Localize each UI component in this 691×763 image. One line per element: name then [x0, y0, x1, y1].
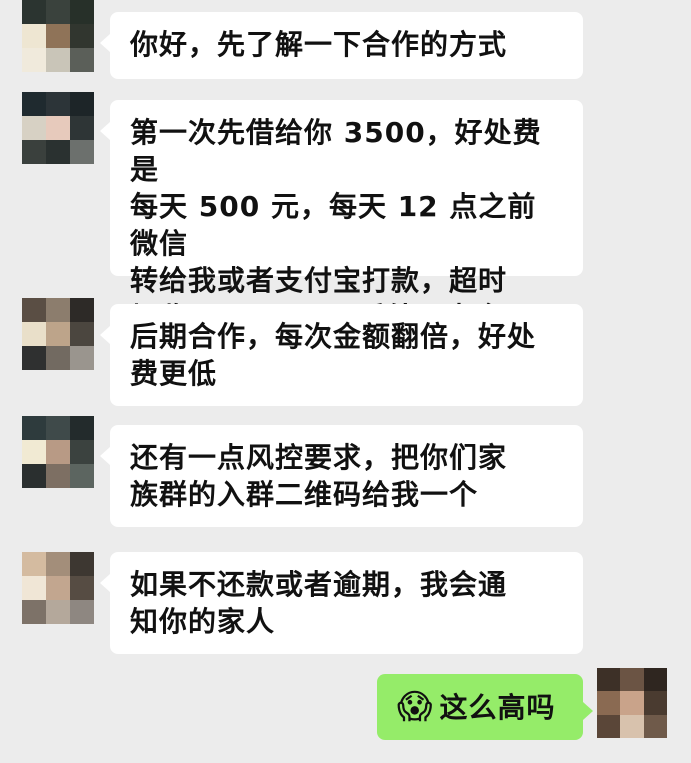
avatar-pixel [46, 464, 70, 488]
avatar-pixel [22, 140, 46, 164]
avatar-pixel [46, 92, 70, 116]
avatar-pixel [46, 298, 70, 322]
avatar-pixel [643, 691, 667, 715]
avatar-pixel [70, 116, 94, 140]
avatar-pixel [620, 691, 644, 715]
avatar-pixel [22, 600, 46, 624]
avatar-pixel [22, 298, 46, 322]
avatar-pixel [22, 116, 46, 140]
avatar-pixel [597, 668, 621, 692]
avatar[interactable] [22, 552, 94, 624]
avatar-pixel [643, 714, 667, 738]
avatar-pixel [22, 322, 46, 346]
avatar-pixel [70, 576, 94, 600]
avatar-pixel [70, 600, 94, 624]
avatar[interactable] [22, 0, 94, 72]
avatar-pixel [643, 668, 667, 692]
avatar[interactable] [597, 668, 667, 738]
avatar-pixel [46, 600, 70, 624]
avatar-pixel [70, 140, 94, 164]
avatar-pixel [70, 24, 94, 48]
avatar-pixel [46, 440, 70, 464]
avatar-pixel [46, 0, 70, 24]
avatar-pixel [22, 552, 46, 576]
avatar-pixel [70, 552, 94, 576]
avatar-pixel [46, 24, 70, 48]
avatar-pixel [46, 346, 70, 370]
message-text: 这么高吗 [439, 690, 556, 724]
avatar-pixel [70, 416, 94, 440]
message-bubble[interactable]: 第一次先借给你 3500，好处费是 每天 500 元，每天 12 点之前微信 转… [100, 100, 583, 371]
avatar[interactable] [22, 416, 94, 488]
avatar-pixel [597, 714, 621, 738]
avatar-pixel [22, 0, 46, 24]
screaming-face-emoji: 😱 [397, 687, 434, 727]
avatar-pixel [46, 576, 70, 600]
avatar-pixel [70, 0, 94, 24]
avatar-pixel [46, 552, 70, 576]
avatar-pixel [46, 48, 70, 72]
avatar[interactable] [22, 298, 94, 370]
avatar-pixel [70, 298, 94, 322]
avatar-pixel [620, 714, 644, 738]
message-bubble[interactable]: 你好，先了解一下合作的方式 [100, 12, 583, 79]
chat-window: 你好，先了解一下合作的方式 第一次先借给你 3500，好处费是 每天 500 元… [0, 0, 691, 763]
avatar-pixel [597, 691, 621, 715]
message-bubble-outgoing[interactable]: 😱 这么高吗 [377, 674, 593, 740]
message-bubble[interactable]: 后期合作，每次金额翻倍，好处 费更低 [100, 304, 583, 406]
avatar-pixel [70, 322, 94, 346]
message-bubble[interactable]: 如果不还款或者逾期，我会通 知你的家人 [100, 552, 583, 654]
avatar-pixel [22, 346, 46, 370]
avatar-pixel [22, 92, 46, 116]
avatar-pixel [70, 48, 94, 72]
avatar[interactable] [22, 92, 94, 164]
avatar-pixel [22, 416, 46, 440]
avatar-pixel [22, 440, 46, 464]
avatar-pixel [22, 48, 46, 72]
avatar-pixel [70, 92, 94, 116]
avatar-pixel [70, 346, 94, 370]
avatar-pixel [70, 464, 94, 488]
avatar-pixel [70, 440, 94, 464]
message-bubble[interactable]: 还有一点风控要求，把你们家 族群的入群二维码给我一个 [100, 425, 583, 527]
avatar-pixel [620, 668, 644, 692]
avatar-pixel [46, 416, 70, 440]
avatar-pixel [22, 576, 46, 600]
avatar-pixel [46, 140, 70, 164]
avatar-pixel [46, 116, 70, 140]
avatar-pixel [46, 322, 70, 346]
avatar-pixel [22, 464, 46, 488]
avatar-pixel [22, 24, 46, 48]
